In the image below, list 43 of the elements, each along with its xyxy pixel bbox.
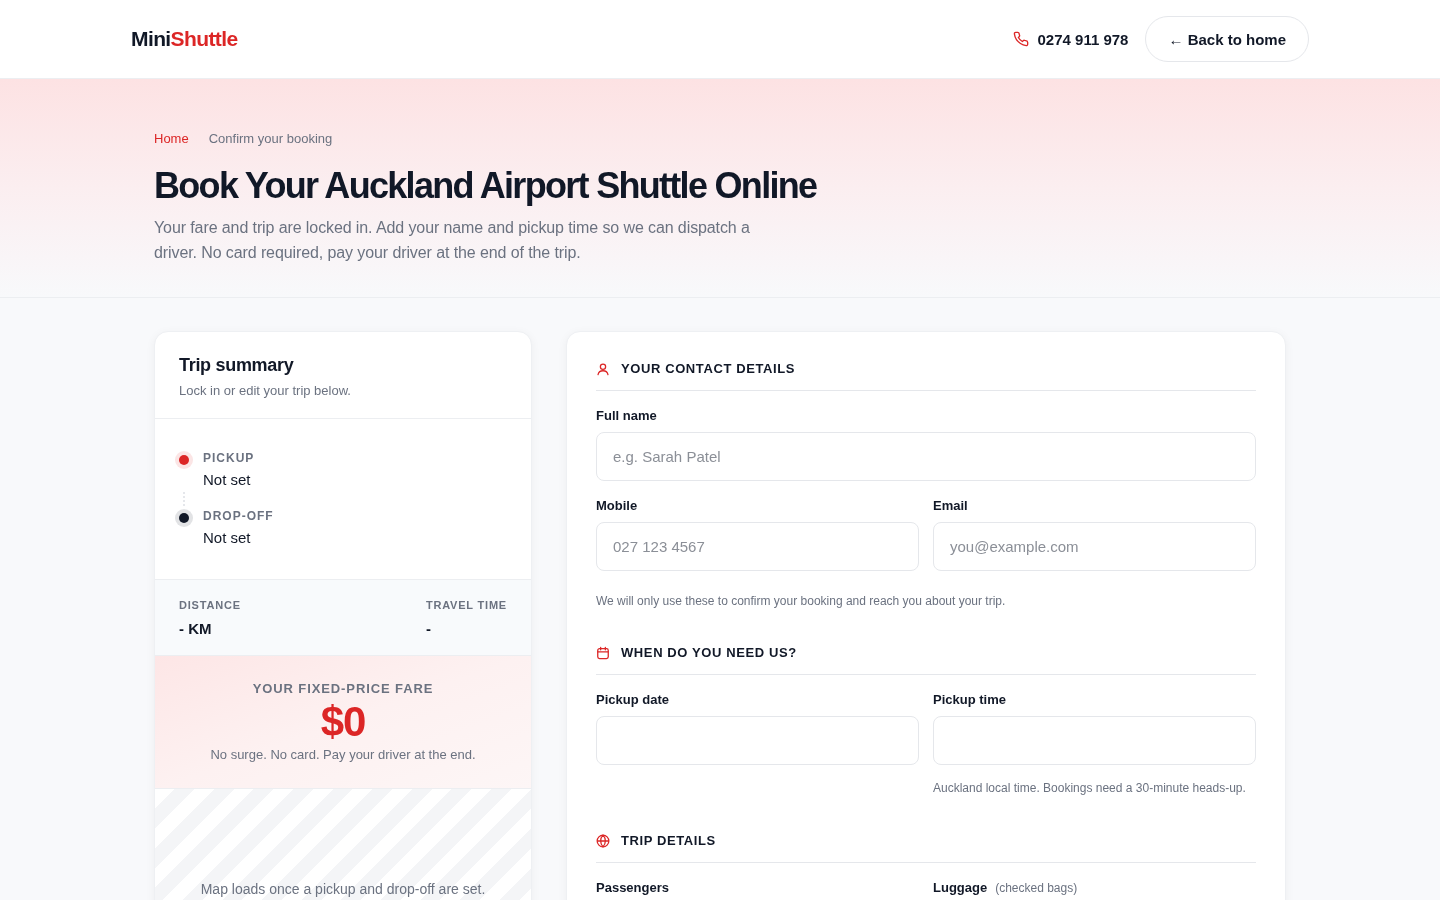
section-heading: YOUR CONTACT DETAILS [621, 360, 795, 378]
phone-link[interactable]: 0274 911 978 [1037, 30, 1129, 48]
page-title: Book Your Auckland Airport Shuttle Online [154, 164, 818, 208]
card-title: Trip summary [179, 354, 295, 377]
field-label-note: (checked bags) [995, 880, 1078, 897]
field-label: Mobile [596, 497, 638, 514]
stop-value: Not set [203, 528, 252, 548]
input-field[interactable] [933, 716, 1256, 765]
fare-amount: $0 [319, 699, 367, 745]
section-note: We will only use these to confirm your booking and reach you about your trip. [596, 593, 1007, 610]
card-subtitle: Lock in or edit your trip below. [179, 382, 352, 400]
input-field[interactable]: you@example.com [933, 522, 1256, 571]
input-field[interactable]: e.g. Sarah Patel [596, 432, 1256, 481]
field-label: Pickup time [933, 691, 1006, 708]
stat-label: DISTANCE [179, 598, 241, 612]
calendar-icon [596, 646, 610, 660]
map-message: Map loads once a pickup and drop-off are set. [200, 880, 486, 898]
field-label: Passengers [596, 879, 669, 896]
breadcrumb-current: Confirm your booking [208, 130, 333, 148]
fare-label: YOUR FIXED-PRICE FARE [251, 681, 435, 697]
page-subtitle: Your fare and trip are locked in. Add your name and pickup time so we can dispatch a driver. No card required, pay your driver at the end of the trip. [154, 218, 751, 263]
section-heading: TRIP DETAILS [621, 832, 716, 850]
stop-value: Not set [203, 470, 252, 490]
back-to-home-button[interactable]: ← Back to home [1145, 16, 1309, 62]
stop-label: PICKUP [203, 450, 255, 466]
field-label: Luggage [933, 879, 988, 896]
stop-label: DROP-OFF [203, 508, 274, 524]
logo[interactable]: MiniShuttle [131, 27, 238, 51]
person-icon [596, 362, 610, 376]
input-field[interactable] [596, 716, 919, 765]
field-hint: Auckland local time. Bookings need a 30-minute heads-up. [933, 780, 1247, 797]
stat-value: - [425, 619, 432, 639]
field-label: Pickup date [596, 691, 669, 708]
field-label: Email [933, 497, 968, 514]
globe-icon [596, 834, 610, 848]
fare-note: No surge. No card. Pay your driver at the end. [209, 746, 477, 764]
stat-label: TRAVEL TIME [425, 598, 507, 612]
section-heading: WHEN DO YOU NEED US? [621, 644, 797, 662]
phone-icon [1012, 31, 1029, 47]
field-label: Full name [596, 407, 657, 424]
input-field[interactable]: 027 123 4567 [596, 522, 919, 571]
stat-value: - KM [179, 619, 213, 639]
breadcrumb-link[interactable]: Home [154, 130, 189, 148]
